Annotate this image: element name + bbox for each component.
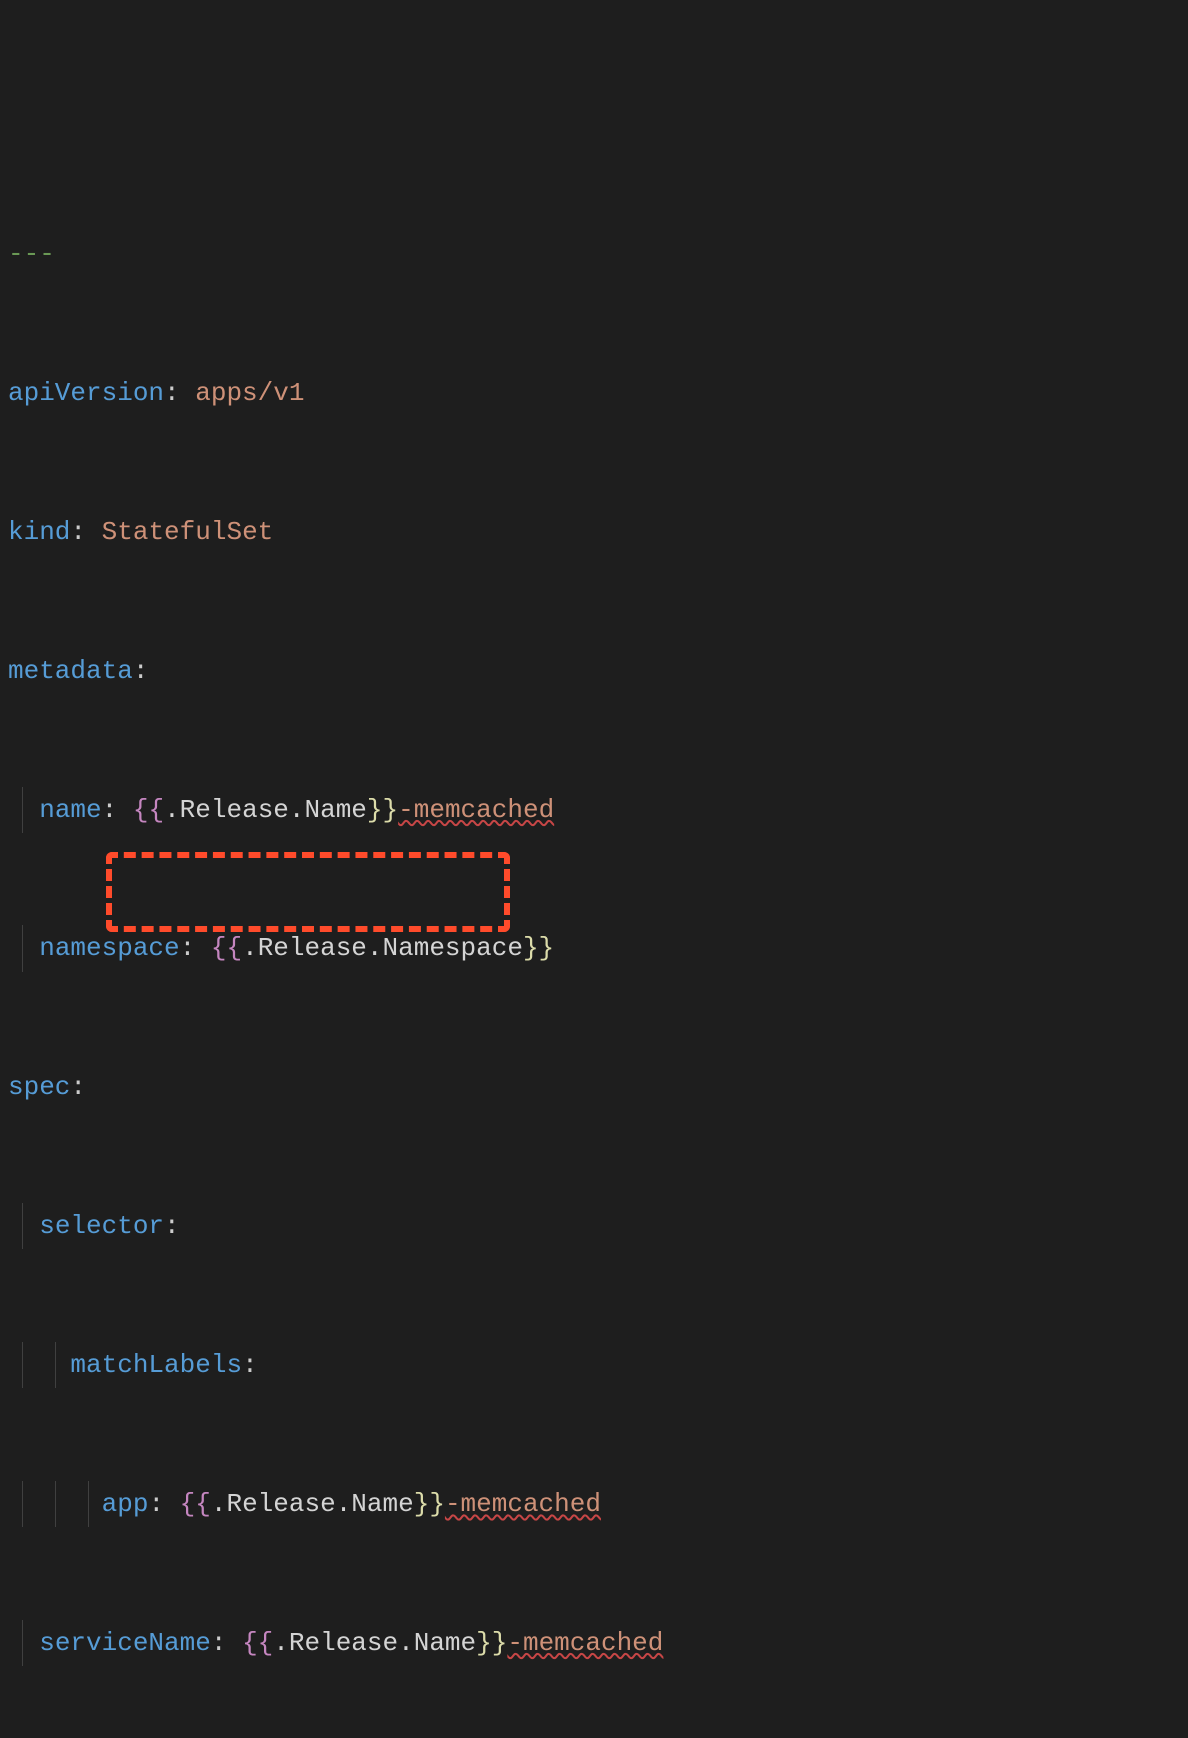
code-line: metadata: xyxy=(8,648,1188,694)
code-line: app: {{.Release.Name}}-memcached xyxy=(8,1481,1188,1527)
code-line: apiVersion: apps/v1 xyxy=(8,370,1188,416)
code-line: spec: xyxy=(8,1064,1188,1110)
code-line: matchLabels: xyxy=(8,1342,1188,1388)
code-editor[interactable]: --- apiVersion: apps/v1 kind: StatefulSe… xyxy=(0,0,1188,1738)
yaml-doc-start: --- xyxy=(8,239,55,269)
code-line: selector: xyxy=(8,1203,1188,1249)
code-line: serviceName: {{.Release.Name}}-memcached xyxy=(8,1620,1188,1666)
code-line: name: {{.Release.Name}}-memcached xyxy=(8,787,1188,833)
code-line: namespace: {{.Release.Namespace}} xyxy=(8,925,1188,971)
code-line: --- xyxy=(8,231,1188,277)
highlight-box xyxy=(106,852,510,932)
code-line: kind: StatefulSet xyxy=(8,509,1188,555)
